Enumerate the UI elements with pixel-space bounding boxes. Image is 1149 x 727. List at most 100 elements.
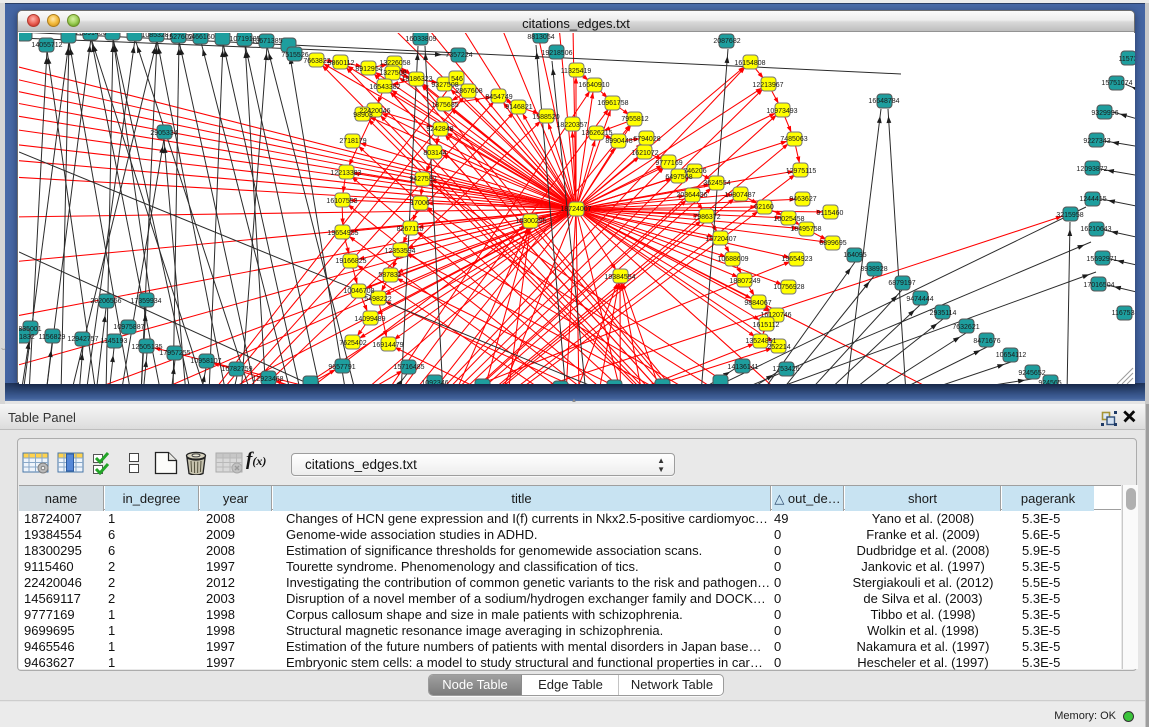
- svg-text:6794028: 6794028: [633, 136, 660, 143]
- svg-text:835001: 835001: [19, 326, 42, 333]
- svg-text:17006: 17006: [410, 200, 430, 207]
- svg-text:2935114: 2935114: [930, 310, 957, 317]
- svg-text:19654955: 19654955: [327, 230, 358, 237]
- svg-text:3624554: 3624554: [703, 180, 730, 187]
- svg-text:20206556: 20206556: [90, 298, 121, 305]
- svg-text:746206: 746206: [683, 168, 706, 175]
- svg-text:6466160: 6466160: [187, 34, 214, 41]
- svg-text:16648784: 16648784: [868, 98, 899, 105]
- svg-text:2087682: 2087682: [713, 38, 740, 45]
- svg-text:16782759: 16782759: [221, 366, 252, 373]
- svg-text:587831: 587831: [378, 272, 401, 279]
- svg-text:9427552: 9427552: [409, 176, 436, 183]
- svg-text:7357224: 7357224: [445, 52, 472, 59]
- svg-text:10046708: 10046708: [343, 288, 374, 295]
- svg-text:12505135: 12505135: [131, 344, 162, 351]
- svg-text:12093872: 12093872: [1076, 166, 1107, 173]
- svg-text:8454749: 8454749: [485, 94, 512, 101]
- svg-text:62160: 62160: [754, 204, 774, 211]
- svg-text:15751074: 15751074: [1101, 80, 1132, 87]
- svg-text:19218506: 19218506: [541, 50, 572, 57]
- svg-text:1615112: 1615112: [753, 322, 780, 329]
- svg-text:10756928: 10756928: [773, 284, 804, 291]
- svg-text:6879197: 6879197: [888, 280, 915, 287]
- svg-text:7625402: 7625402: [339, 340, 366, 347]
- svg-text:18186323: 18186323: [401, 76, 432, 83]
- svg-text:12353594: 12353594: [384, 248, 415, 255]
- svg-text:1092346: 1092346: [421, 380, 448, 384]
- svg-text:10958107: 10958107: [190, 358, 221, 365]
- svg-text:9115460: 9115460: [817, 210, 844, 217]
- svg-text:16961758: 16961758: [597, 100, 628, 107]
- svg-text:10807487: 10807487: [724, 192, 755, 199]
- svg-text:17957255: 17957255: [159, 350, 190, 357]
- svg-text:10688609: 10688609: [717, 256, 748, 263]
- svg-text:9474444: 9474444: [906, 296, 933, 303]
- svg-text:16640910: 16640910: [578, 82, 609, 89]
- svg-text:924565: 924565: [1038, 380, 1061, 384]
- svg-text:20364436: 20364436: [676, 192, 707, 199]
- svg-text:391832: 391832: [19, 334, 35, 341]
- svg-text:9242848: 9242848: [426, 126, 453, 133]
- svg-text:16210643: 16210643: [1080, 226, 1111, 233]
- svg-text:19384554: 19384554: [604, 274, 635, 281]
- svg-text:6899695: 6899695: [819, 240, 846, 247]
- svg-text:5498222: 5498222: [364, 296, 391, 303]
- svg-text:15716485: 15716485: [393, 364, 424, 371]
- svg-text:7986372: 7986372: [693, 214, 720, 221]
- svg-text:8938928: 8938928: [860, 266, 887, 273]
- svg-text:19654923: 19654923: [781, 256, 812, 263]
- svg-text:2867608: 2867608: [455, 88, 482, 95]
- svg-text:1156829: 1156829: [39, 334, 66, 341]
- svg-text:11573: 11573: [1119, 56, 1135, 63]
- svg-text:16120746: 16120746: [760, 312, 791, 319]
- svg-text:8471676: 8471676: [973, 338, 1000, 345]
- svg-text:12942757: 12942757: [67, 336, 98, 343]
- svg-text:10025458: 10025458: [773, 216, 804, 223]
- svg-text:9884067: 9884067: [744, 300, 771, 307]
- svg-text:1621072: 1621072: [631, 150, 658, 157]
- svg-text:10671385: 10671385: [251, 38, 282, 45]
- svg-text:9860112: 9860112: [328, 60, 355, 67]
- svg-text:16914479: 16914479: [372, 342, 403, 349]
- svg-text:18220357: 18220357: [556, 122, 587, 129]
- svg-text:164095: 164095: [843, 252, 866, 259]
- svg-text:98903: 98903: [353, 112, 373, 119]
- svg-text:14099489: 14099489: [354, 316, 385, 323]
- svg-text:9657791: 9657791: [328, 364, 355, 371]
- svg-text:18300295: 18300295: [515, 218, 546, 225]
- svg-text:12213383: 12213383: [330, 170, 361, 177]
- svg-text:3215958: 3215958: [1056, 212, 1083, 219]
- svg-text:16107553: 16107553: [326, 198, 357, 205]
- svg-text:7663822: 7663822: [303, 58, 330, 65]
- svg-text:9227343: 9227343: [1083, 138, 1110, 145]
- svg-text:7955812: 7955812: [621, 116, 648, 123]
- svg-text:803144: 803144: [423, 150, 446, 157]
- svg-text:9777169: 9777169: [655, 160, 682, 167]
- svg-text:1167533: 1167533: [1112, 310, 1135, 317]
- svg-text:19166825: 19166825: [335, 258, 366, 265]
- svg-text:20691406: 20691406: [75, 33, 106, 37]
- svg-text:1145193: 1145193: [101, 338, 128, 345]
- svg-text:10654112: 10654112: [996, 352, 1027, 359]
- svg-text:13226058: 13226058: [379, 60, 410, 67]
- svg-text:8267110: 8267110: [397, 226, 424, 233]
- svg-text:13626215: 13626215: [581, 130, 612, 137]
- svg-text:10973493: 10973493: [766, 108, 797, 115]
- svg-text:7485063: 7485063: [780, 136, 807, 143]
- svg-text:1244415: 1244415: [1079, 196, 1106, 203]
- svg-text:2718179: 2718179: [339, 138, 366, 145]
- svg-text:9463627: 9463627: [789, 196, 816, 203]
- svg-text:9245652: 9245652: [1018, 370, 1045, 377]
- svg-text:9146821: 9146821: [505, 104, 532, 111]
- svg-text:10975887: 10975887: [113, 324, 144, 331]
- svg-text:18724007: 18724007: [560, 206, 591, 213]
- svg-text:546: 546: [451, 76, 463, 83]
- svg-text:12923468: 12923468: [252, 376, 283, 383]
- svg-text:11325419: 11325419: [561, 68, 592, 75]
- svg-text:16154808: 16154808: [734, 60, 765, 67]
- svg-text:8813054: 8813054: [527, 34, 554, 41]
- svg-text:14136141: 14136141: [727, 364, 758, 371]
- svg-text:16543382: 16543382: [369, 84, 400, 91]
- svg-text:7632621: 7632621: [952, 324, 979, 331]
